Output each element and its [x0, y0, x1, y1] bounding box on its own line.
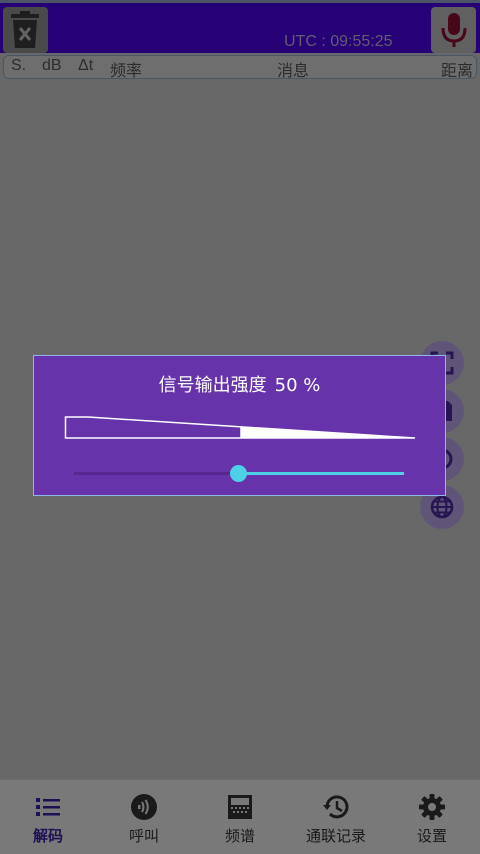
- dialog-title-text: 信号输出强度: [158, 375, 267, 396]
- slider-thumb[interactable]: [230, 465, 247, 482]
- dialog-title: 信号输出强度 50 %: [34, 371, 445, 397]
- strength-percent: 50 %: [274, 375, 321, 396]
- output-strength-slider[interactable]: [74, 462, 404, 486]
- signal-strength-dialog: 信号输出强度 50 %: [33, 355, 446, 496]
- output-strength-meter: [64, 416, 416, 439]
- slider-fill: [239, 472, 404, 475]
